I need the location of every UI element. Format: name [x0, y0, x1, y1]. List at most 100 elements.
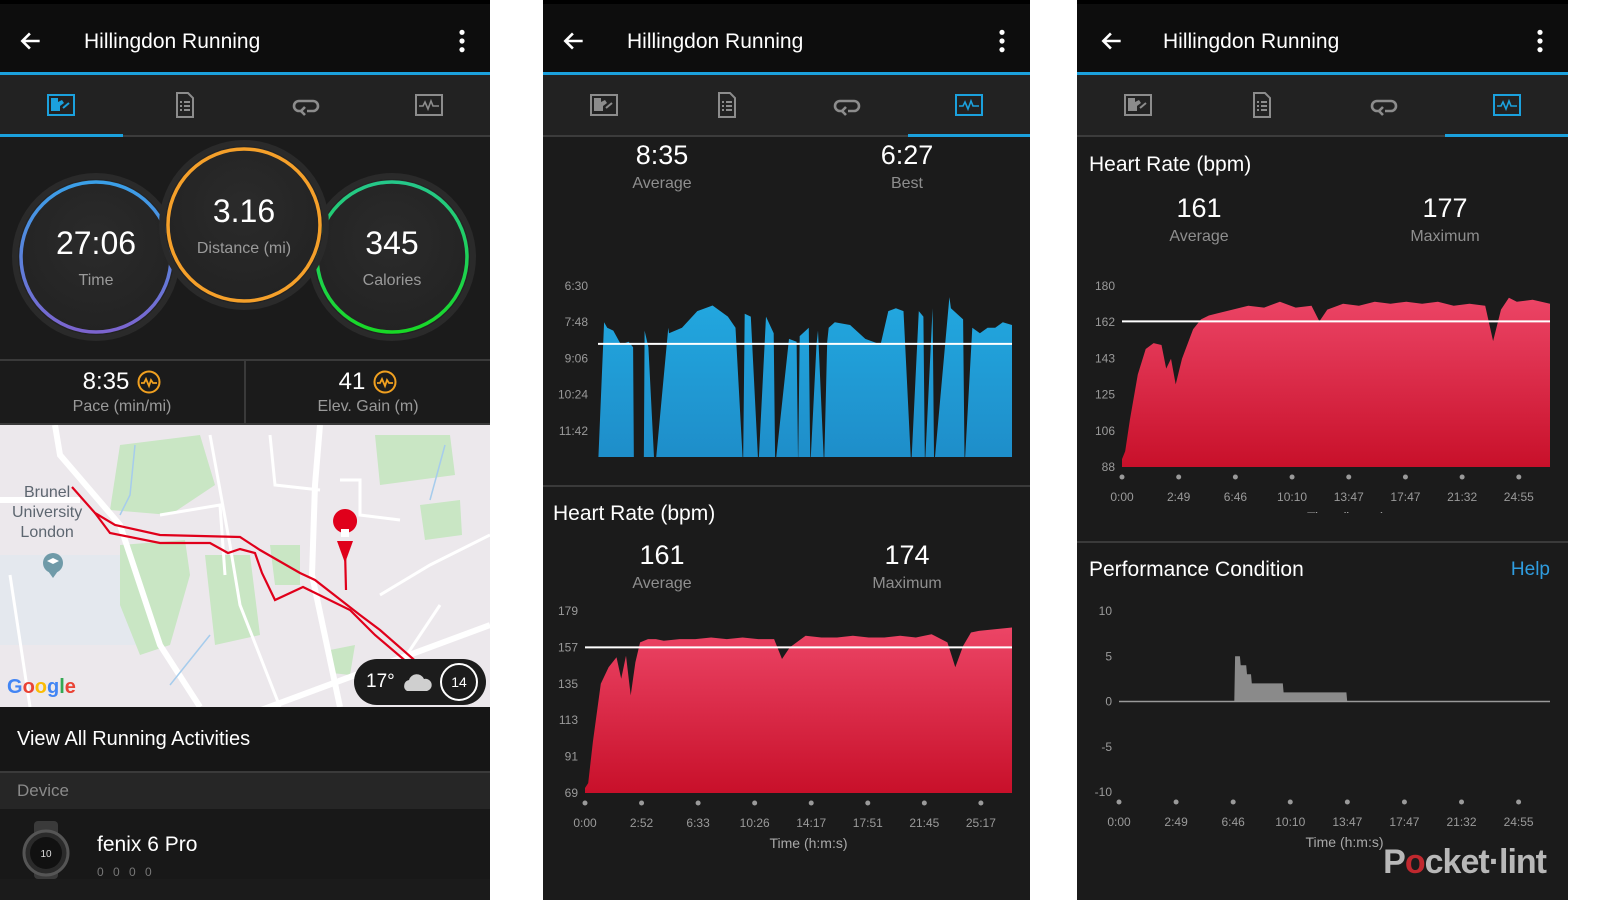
charts-pulse-icon: [414, 94, 443, 116]
y-tick-label: 11:42: [559, 424, 588, 438]
y-tick-label: 125: [1095, 388, 1115, 402]
view-all-activities-link[interactable]: View All Running Activities: [0, 707, 490, 773]
x-tick-label: 21:45: [909, 816, 939, 830]
x-axis-label: Time (h:m:s): [1305, 834, 1383, 850]
x-tick-label: 13:47: [1334, 490, 1364, 504]
ring-distance: 3.16 Distance (mi): [165, 146, 323, 304]
x-tick-label: 6:46: [1221, 815, 1245, 829]
overview-map-icon: [1124, 94, 1153, 116]
x-axis-label: Time (h:m:s): [1307, 509, 1385, 513]
x-tick-label: 0:00: [573, 816, 597, 830]
tab-bar: [0, 75, 490, 137]
tab-stats[interactable]: [123, 75, 246, 135]
tab-laps[interactable]: [245, 75, 368, 135]
tab-overview[interactable]: [1077, 75, 1200, 135]
y-tick-label: 69: [565, 786, 579, 800]
x-tick-label: 2:49: [1164, 815, 1188, 829]
data-area: [1122, 297, 1550, 467]
back-arrow-icon[interactable]: [561, 28, 587, 54]
ring-time: 27:06 Time: [18, 179, 174, 335]
pace-section: 8:35 Average 6:27 Best 6:30 7:48 9:06 10:24…: [543, 137, 1030, 485]
tab-bar: [543, 75, 1030, 137]
performance-condition-chart[interactable]: 10 5 0 -5 -10 0:00 2:49 6:46 10:10 13:47 17:47 21:3…: [1077, 599, 1568, 859]
stat-elevation[interactable]: 41 Elev. Gain (m): [244, 361, 490, 423]
pulse-chart-icon: [373, 370, 397, 394]
x-tick-dot: [695, 800, 701, 806]
pace-chart[interactable]: 6:307:489:0610:2411:4213:000:002:526:331…: [543, 197, 1030, 457]
y-tick-label: 162: [1095, 315, 1115, 329]
x-tick-dot: [1116, 799, 1122, 805]
device-section-header: Device: [0, 773, 490, 809]
data-area: [598, 297, 1012, 457]
tab-charts[interactable]: [1445, 75, 1568, 137]
help-link[interactable]: Help: [1511, 559, 1550, 581]
y-tick-label: 88: [1102, 460, 1116, 474]
y-tick-label: 7:48: [565, 315, 589, 329]
google-logo: Google: [7, 676, 76, 698]
app-bar: Hillingdon Running: [543, 4, 1030, 72]
svg-text:10: 10: [40, 849, 52, 860]
ring-calories-arc: [315, 180, 469, 334]
x-tick-dot: [978, 800, 984, 806]
x-tick-dot: [1287, 799, 1293, 805]
y-tick-label: -5: [1101, 740, 1112, 754]
hr-maximum: 177 Maximum: [1410, 193, 1480, 245]
heart-rate-chart[interactable]: 180 162 143 125 106 88 0:00 2:49 6:46 10:10 13:47 1…: [1077, 253, 1568, 513]
stat-pace[interactable]: 8:35 Pace (min/mi): [0, 361, 244, 423]
x-tick-label: 0:00: [1110, 490, 1134, 504]
y-tick-label: 179: [558, 604, 578, 618]
tab-overview[interactable]: [0, 75, 123, 137]
pace-average: 8:35 Average: [632, 140, 692, 192]
performance-title: Performance Condition: [1089, 558, 1304, 581]
x-tick-label: 24:55: [1504, 815, 1534, 829]
y-tick-label: 9:06: [565, 351, 589, 365]
laps-loop-icon: [293, 99, 320, 116]
heart-rate-section: Heart Rate (bpm) 161 Average 174 Maximum…: [543, 487, 1030, 900]
tab-charts[interactable]: [368, 75, 491, 135]
x-tick-label: 10:10: [1277, 490, 1307, 504]
secondary-stats: 8:35 Pace (min/mi) 41 Elev. Gain (m): [0, 359, 490, 425]
x-tick-dot: [1173, 799, 1179, 805]
back-arrow-icon[interactable]: [1099, 28, 1125, 54]
heart-rate-title: Heart Rate (bpm): [1089, 153, 1252, 176]
performance-section: Performance Condition Help 10 5 0 -5 -10 0:00…: [1077, 543, 1568, 900]
x-tick-label: 6:33: [686, 816, 710, 830]
heart-rate-chart[interactable]: 179 157 135 113 91 69 0:00 2:52 6:33 10:26 14:17 17…: [543, 600, 1030, 860]
weather-badge[interactable]: 17° 14: [354, 659, 486, 705]
app-bar: Hillingdon Running: [0, 4, 490, 72]
device-row[interactable]: 10 fenix 6 Pro 0 0 0 0: [0, 809, 490, 879]
x-tick-dot: [1232, 474, 1238, 480]
x-tick-label: 24:55: [1504, 490, 1534, 504]
tab-overview[interactable]: [543, 75, 665, 135]
tab-charts[interactable]: [908, 75, 1030, 137]
x-tick-dot: [1176, 474, 1182, 480]
heart-rate-section: Heart Rate (bpm) 161 Average 177 Maximum…: [1077, 137, 1568, 540]
x-tick-label: 17:47: [1390, 490, 1420, 504]
overview-map-icon: [47, 94, 76, 116]
pace-best: 6:27 Best: [880, 140, 934, 192]
x-tick-dot: [1119, 474, 1125, 480]
tab-laps[interactable]: [787, 75, 909, 135]
tab-stats[interactable]: [1200, 75, 1323, 135]
more-options-icon[interactable]: [1532, 28, 1548, 54]
route-map[interactable]: Brunel University London Google 17° 14: [0, 425, 490, 707]
more-options-icon[interactable]: [454, 28, 470, 54]
watermark-logo: Pocket·lint: [1383, 843, 1547, 881]
x-tick-dot: [1516, 799, 1522, 805]
x-tick-label: 14:17: [796, 816, 826, 830]
x-tick-label: 17:47: [1389, 815, 1419, 829]
more-options-icon[interactable]: [994, 28, 1010, 54]
y-tick-label: 143: [1095, 351, 1115, 365]
tab-laps[interactable]: [1323, 75, 1446, 135]
tab-bar: [1077, 75, 1568, 137]
back-arrow-icon[interactable]: [18, 28, 44, 54]
x-tick-dot: [1230, 799, 1236, 805]
y-tick-label: 135: [558, 677, 578, 691]
x-tick-dot: [752, 800, 758, 806]
x-tick-label: 21:32: [1447, 815, 1477, 829]
weather-temperature: 17°: [366, 671, 395, 692]
tab-stats[interactable]: [665, 75, 787, 135]
heart-rate-title: Heart Rate (bpm): [553, 502, 716, 525]
elevation-label: Elev. Gain (m): [317, 398, 419, 415]
activity-title: Hillingdon Running: [84, 30, 261, 53]
